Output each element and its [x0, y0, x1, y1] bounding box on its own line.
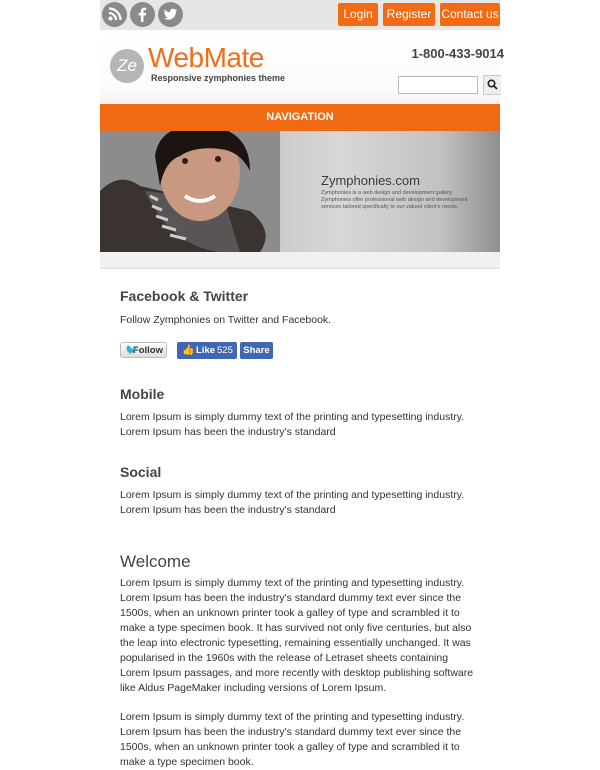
facebook-icon[interactable]: [130, 2, 155, 27]
facebook-like-button[interactable]: 👍 Like 525: [177, 342, 237, 359]
social-text: Lorem Ipsum is simply dummy text of the …: [120, 489, 465, 516]
twitter-bird-icon: 🐦: [125, 345, 138, 356]
login-button[interactable]: Login: [338, 3, 378, 26]
hero-image: [100, 131, 280, 252]
site-tagline: Responsive zymphonies theme: [151, 73, 286, 83]
rss-icon[interactable]: [102, 2, 127, 27]
welcome-paragraph-2: Lorem Ipsum is simply dummy text of the …: [120, 711, 465, 768]
main-content: Facebook & Twitter Follow Zymphonies on …: [120, 288, 480, 770]
search-input[interactable]: [398, 76, 478, 94]
site-title[interactable]: WebMate: [148, 42, 264, 74]
welcome-heading: Welcome: [120, 552, 191, 571]
register-button[interactable]: Register: [383, 3, 435, 26]
twitter-icon[interactable]: [158, 2, 183, 27]
like-count: 525: [217, 345, 233, 356]
page: Login Register Contact us Ze WebMate Res…: [100, 0, 504, 768]
search-icon: [487, 79, 498, 90]
social-buttons: 🐦 Follow 👍 Like 525 Share: [120, 342, 480, 364]
fb-twitter-block: Facebook & Twitter Follow Zymphonies on …: [120, 288, 480, 364]
mobile-heading: Mobile: [120, 386, 165, 402]
phone-number: 1-800-433-9014: [411, 46, 504, 61]
welcome-paragraph-1: Lorem Ipsum is simply dummy text of the …: [120, 577, 474, 694]
fb-twitter-heading: Facebook & Twitter: [120, 288, 249, 304]
facebook-share-button[interactable]: Share: [240, 342, 273, 359]
logo-mark[interactable]: Ze: [110, 49, 144, 83]
hero-slider[interactable]: Zymphonies.com Zymphonies is a web desig…: [100, 131, 500, 252]
welcome-block: Welcome Lorem Ipsum is simply dummy text…: [120, 552, 480, 770]
social-heading: Social: [120, 464, 162, 480]
contact-us-button[interactable]: Contact us: [440, 3, 500, 26]
fb-twitter-text: Follow Zymphonies on Twitter and Faceboo…: [120, 314, 332, 326]
mobile-text: Lorem Ipsum is simply dummy text of the …: [120, 411, 465, 438]
content-divider: [100, 252, 500, 269]
hero-description: Zymphonies is a web design and developme…: [321, 190, 468, 210]
like-label: Like: [196, 345, 216, 356]
site-header: Ze WebMate Responsive zymphonies theme 1…: [100, 30, 504, 104]
social-block: Social Lorem Ipsum is simply dummy text …: [120, 464, 480, 518]
mobile-block: Mobile Lorem Ipsum is simply dummy text …: [120, 386, 480, 440]
navigation-toggle[interactable]: NAVIGATION: [100, 104, 500, 131]
hero-title: Zymphonies.com: [321, 173, 420, 188]
twitter-follow-button[interactable]: 🐦 Follow: [120, 342, 167, 358]
top-bar: Login Register Contact us: [100, 0, 500, 30]
thumbs-up-icon: 👍: [182, 345, 195, 356]
search-button[interactable]: [483, 75, 501, 95]
